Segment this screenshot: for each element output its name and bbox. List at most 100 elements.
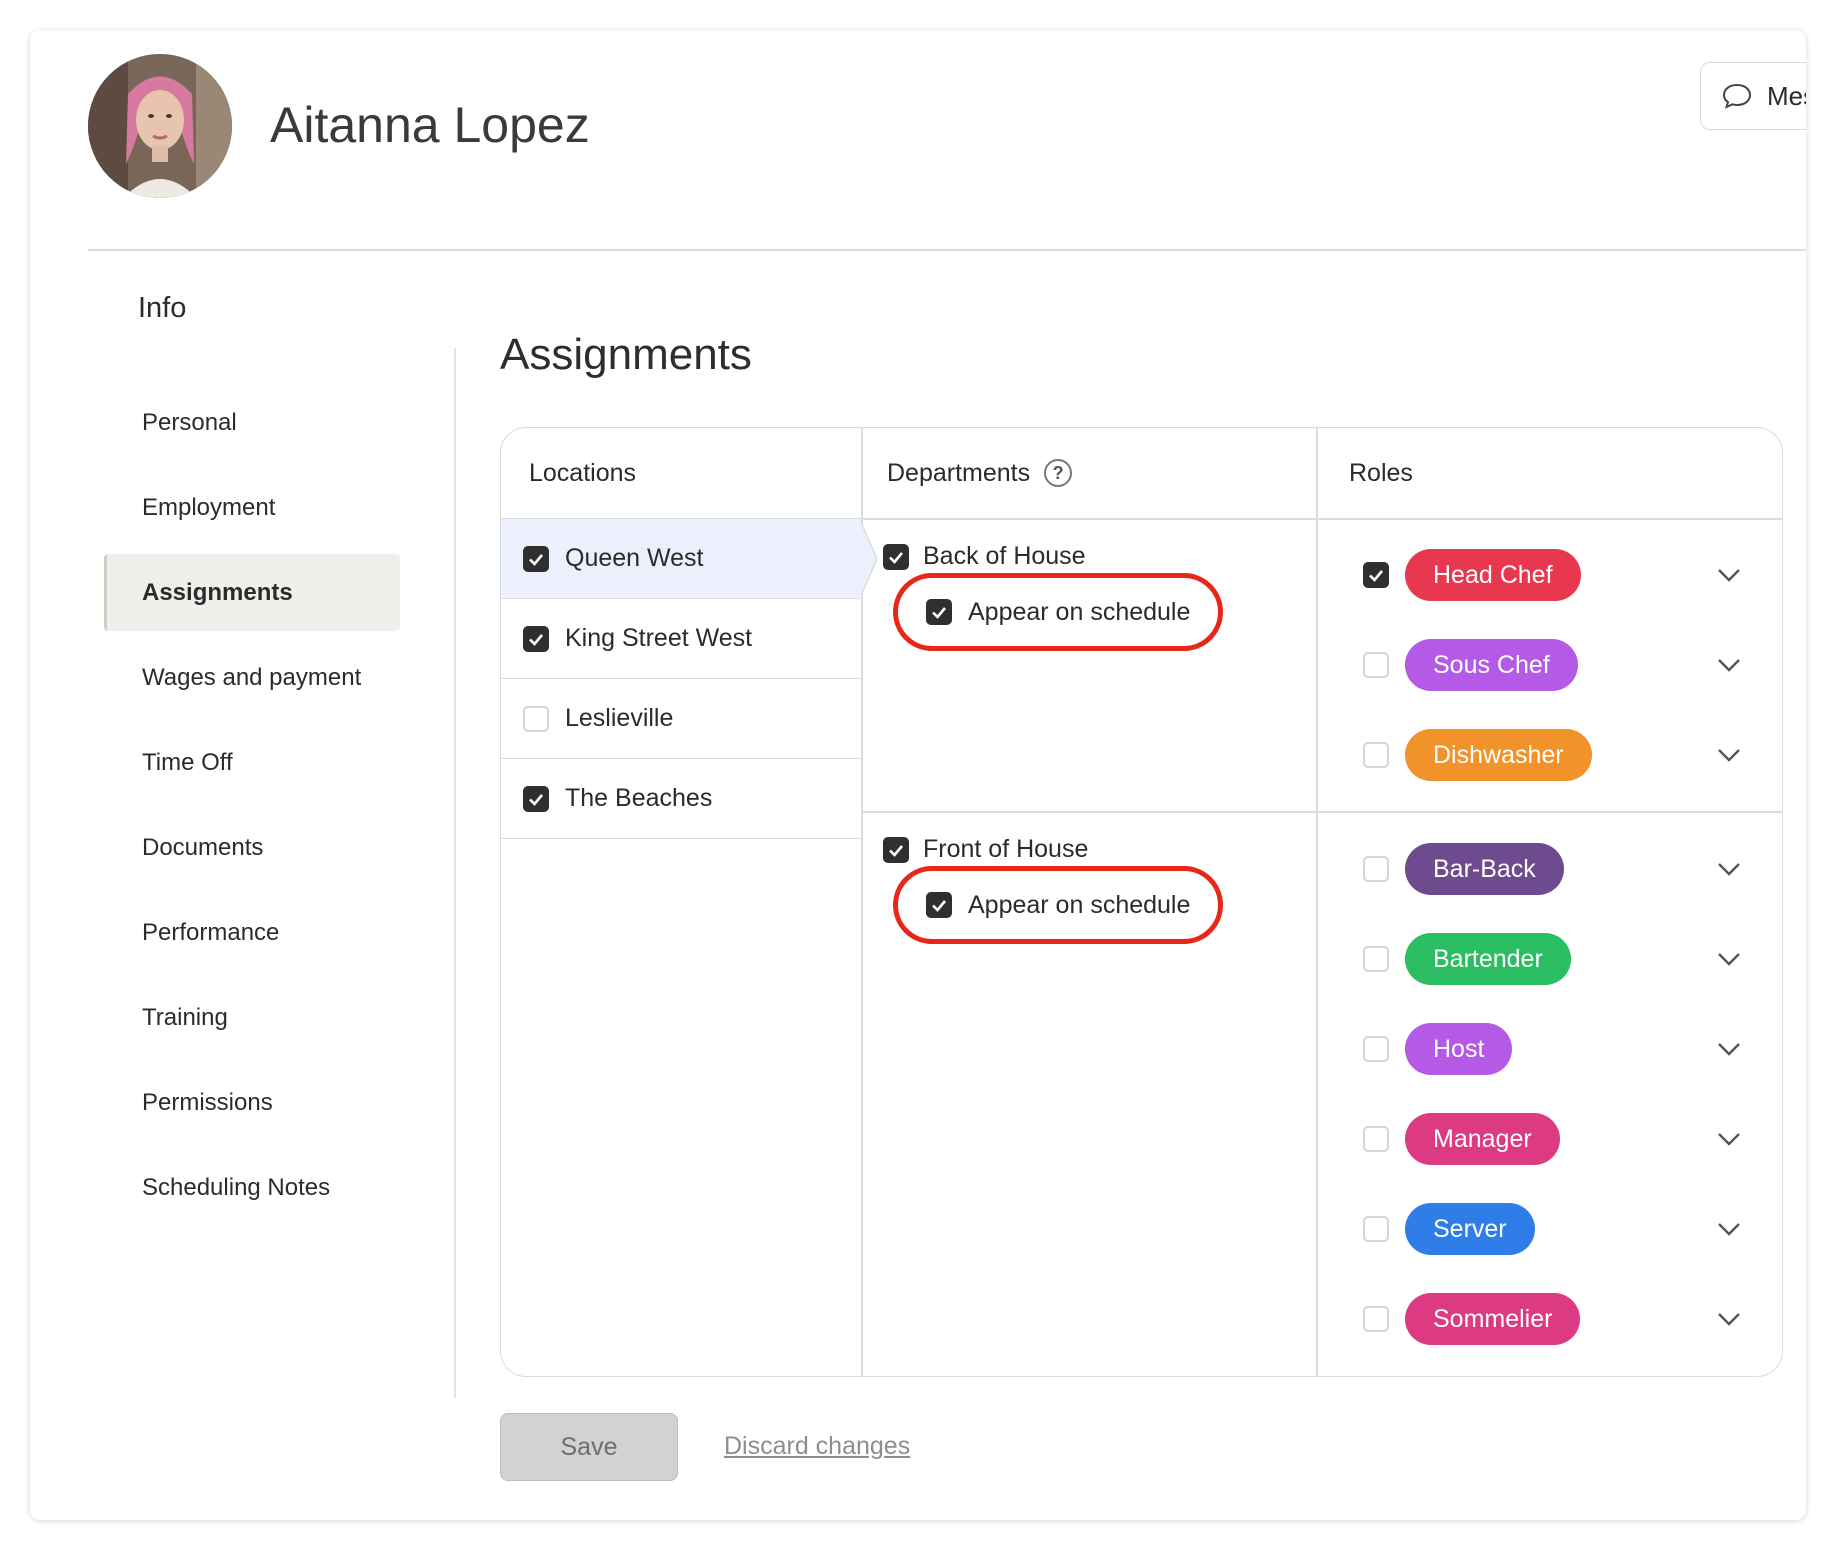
message-button[interactable]: Mes <box>1700 62 1806 130</box>
avatar-image <box>88 54 232 198</box>
checkmark-icon <box>1369 570 1383 582</box>
role-badge: Manager <box>1405 1113 1560 1165</box>
location-label: The Beaches <box>565 784 713 812</box>
save-button[interactable]: Save <box>500 1413 678 1481</box>
checkmark-icon <box>932 607 946 619</box>
page-title: Assignments <box>500 330 752 379</box>
sidebar-item-label: Performance <box>142 918 280 946</box>
sidebar-item-label: Wages and payment <box>142 663 362 691</box>
department-row-front-of-house[interactable]: Front of House <box>883 835 1088 864</box>
sidebar-item-wages-and-payment[interactable]: Wages and payment <box>104 639 400 716</box>
location-row-king-street-west[interactable]: King Street West <box>501 599 861 679</box>
role-row-bar-back: Bar-Back <box>1341 839 1781 899</box>
role-row-head-chef: Head Chef <box>1341 545 1781 605</box>
avatar <box>88 54 232 198</box>
chevron-down-icon[interactable] <box>1715 1035 1743 1063</box>
role-row-sommelier: Sommelier <box>1341 1289 1781 1349</box>
profile-card: Aitanna Lopez Mes Info Personal Employme… <box>30 30 1806 1520</box>
appear-on-schedule-label: Appear on schedule <box>968 597 1191 626</box>
role-row-manager: Manager <box>1341 1109 1781 1169</box>
role-checkbox[interactable] <box>1363 1306 1389 1332</box>
locations-column-header: Locations <box>529 458 637 487</box>
role-checkbox[interactable] <box>1363 1216 1389 1242</box>
assignments-table: Locations Departments ? Roles Queen West… <box>500 427 1783 1377</box>
sidebar-item-performance[interactable]: Performance <box>104 894 400 971</box>
role-checkbox[interactable] <box>1363 1126 1389 1152</box>
selected-location-pointer <box>859 518 878 600</box>
help-icon[interactable]: ? <box>1044 459 1073 487</box>
employee-name: Aitanna Lopez <box>270 97 590 153</box>
sidebar-item-personal[interactable]: Personal <box>104 384 400 461</box>
sidebar-item-label: Assignments <box>142 578 293 606</box>
role-badge: Sous Chef <box>1405 639 1578 691</box>
role-row-dishwasher: Dishwasher <box>1341 725 1781 785</box>
sidebar-item-training[interactable]: Training <box>104 979 400 1056</box>
role-checkbox[interactable] <box>1363 562 1389 588</box>
chevron-down-icon[interactable] <box>1715 1215 1743 1243</box>
appear-on-schedule-label: Appear on schedule <box>968 890 1191 919</box>
role-badge: Dishwasher <box>1405 729 1592 781</box>
sidebar-item-label: Time Off <box>142 748 233 776</box>
chat-bubble-icon <box>1722 83 1752 109</box>
column-divider <box>1316 428 1318 1376</box>
sidebar-heading: Info <box>138 292 187 324</box>
sidebar-item-scheduling-notes[interactable]: Scheduling Notes <box>104 1149 400 1226</box>
sidebar-item-permissions[interactable]: Permissions <box>104 1064 400 1141</box>
checkmark-icon <box>529 553 543 566</box>
location-label: Leslieville <box>565 704 674 732</box>
role-checkbox[interactable] <box>1363 1036 1389 1062</box>
header-divider <box>88 249 1806 251</box>
role-checkbox[interactable] <box>1363 652 1389 678</box>
chevron-down-icon[interactable] <box>1715 945 1743 973</box>
chevron-down-icon[interactable] <box>1715 1305 1743 1333</box>
role-checkbox[interactable] <box>1363 742 1389 768</box>
department-row-back-of-house[interactable]: Back of House <box>883 542 1086 571</box>
location-checkbox[interactable] <box>523 785 549 812</box>
location-checkbox[interactable] <box>523 705 549 732</box>
chevron-down-icon[interactable] <box>1715 1125 1743 1153</box>
appear-on-schedule-toggle[interactable]: Appear on schedule <box>893 573 1223 651</box>
checkmark-icon <box>889 551 903 564</box>
role-checkbox[interactable] <box>1363 856 1389 882</box>
role-badge: Head Chef <box>1405 549 1581 601</box>
location-row-queen-west[interactable]: Queen West <box>501 519 861 599</box>
checkmark-icon <box>889 844 903 857</box>
checkmark-icon <box>529 793 543 806</box>
department-divider <box>861 811 1782 813</box>
sidebar-item-assignments[interactable]: Assignments <box>104 554 400 631</box>
chevron-down-icon[interactable] <box>1715 561 1743 589</box>
roles-column-header: Roles <box>1349 458 1413 487</box>
departments-column-header: Departments ? <box>887 428 1073 518</box>
role-row-host: Host <box>1341 1019 1781 1079</box>
sidebar-item-label: Employment <box>142 493 276 521</box>
chevron-down-icon[interactable] <box>1715 651 1743 679</box>
appear-on-schedule-checkbox[interactable] <box>926 892 952 918</box>
role-badge: Server <box>1405 1203 1535 1255</box>
departments-header-label: Departments <box>887 458 1031 487</box>
appear-on-schedule-checkbox[interactable] <box>926 599 952 625</box>
discard-changes-link[interactable]: Discard changes <box>724 1432 910 1461</box>
department-label: Front of House <box>923 835 1089 863</box>
sidebar-item-documents[interactable]: Documents <box>104 809 400 886</box>
department-checkbox[interactable] <box>883 836 909 863</box>
role-checkbox[interactable] <box>1363 946 1389 972</box>
message-button-label: Mes <box>1767 80 1806 111</box>
role-badge: Bartender <box>1405 933 1571 985</box>
appear-on-schedule-toggle[interactable]: Appear on schedule <box>893 866 1223 944</box>
sidebar-item-label: Permissions <box>142 1088 273 1116</box>
department-checkbox[interactable] <box>883 543 909 570</box>
location-row-leslieville[interactable]: Leslieville <box>501 679 861 759</box>
sidebar-item-time-off[interactable]: Time Off <box>104 724 400 801</box>
role-row-sous-chef: Sous Chef <box>1341 635 1781 695</box>
chevron-down-icon[interactable] <box>1715 741 1743 769</box>
sidebar-divider <box>454 348 456 1398</box>
location-checkbox[interactable] <box>523 625 549 652</box>
checkmark-icon <box>932 900 946 912</box>
location-row-the-beaches[interactable]: The Beaches <box>501 759 861 839</box>
role-badge: Host <box>1405 1023 1513 1075</box>
location-checkbox[interactable] <box>523 545 549 572</box>
role-row-server: Server <box>1341 1199 1781 1259</box>
sidebar-item-employment[interactable]: Employment <box>104 469 400 546</box>
chevron-down-icon[interactable] <box>1715 855 1743 883</box>
sidebar-item-label: Training <box>142 1003 228 1031</box>
